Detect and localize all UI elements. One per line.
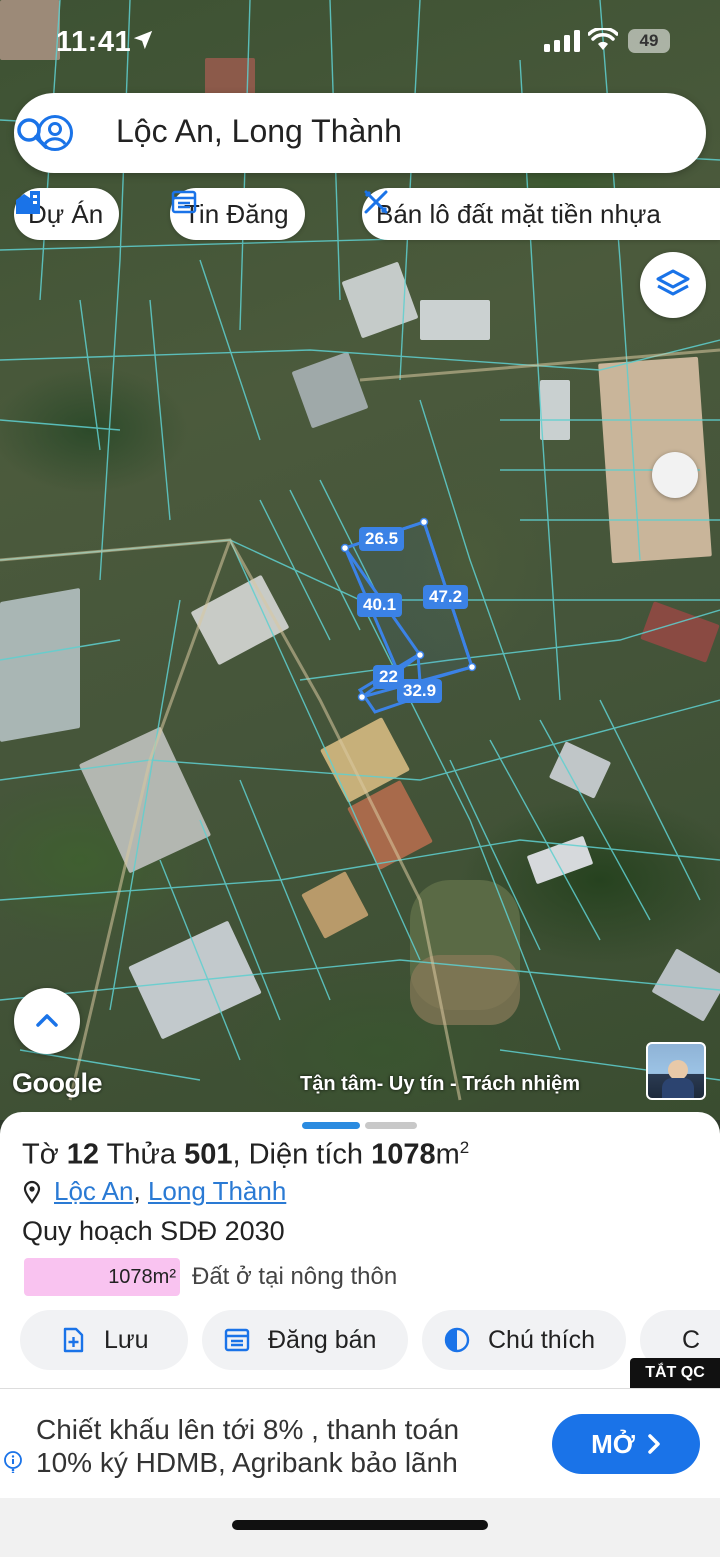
layers-button[interactable] — [640, 252, 706, 318]
ad-text: Chiết khấu lên tới 8% , thanh toán 10% k… — [36, 1414, 460, 1478]
hide-ads-button[interactable]: TẮT QC — [630, 1358, 720, 1388]
satellite-map[interactable]: 26.5 40.1 47.2 22 32.9 11:41 49 Lộc An, … — [0, 0, 720, 1120]
measurement-label-bottom: 32.9 — [397, 679, 443, 703]
legend-label: Chú thích — [488, 1325, 596, 1354]
chip-label: Bán lô đất mặt tiền nhựa — [376, 198, 661, 229]
map-watermark: Tận tâm- Uy tín - Trách nhiệm — [300, 1073, 581, 1095]
district-link[interactable]: Long Thành — [148, 1176, 286, 1207]
chip-saved-search[interactable]: Bán lô đất mặt tiền nhựa — [362, 188, 720, 240]
landuse-label: Đất ở tại nông thôn — [192, 1263, 398, 1290]
chip-projects[interactable]: Dự Án — [14, 188, 120, 240]
chip-listings[interactable]: Tin Đăng — [170, 188, 305, 240]
search-bar[interactable]: Lộc An, Long Thành — [14, 93, 706, 173]
ward-link[interactable]: Lộc An — [54, 1176, 134, 1207]
measurement-label-top: 26.5 — [359, 527, 405, 551]
legend-icon — [444, 1327, 470, 1353]
landuse-swatch: 1078m² — [24, 1258, 180, 1296]
signal-icon — [544, 30, 580, 52]
home-indicator[interactable] — [232, 1520, 488, 1530]
ad-banner[interactable]: Chiết khấu lên tới 8% , thanh toán 10% k… — [0, 1388, 720, 1498]
post-sale-label: Đăng bán — [268, 1325, 377, 1354]
expand-sheet-button[interactable] — [14, 988, 80, 1054]
chevron-right-icon — [648, 1434, 660, 1454]
ad-info-icon[interactable] — [2, 1451, 24, 1473]
ad-open-button[interactable]: MỞ — [552, 1414, 700, 1474]
status-bar: 11:41 49 — [0, 0, 720, 82]
chevron-up-icon — [36, 1014, 58, 1027]
search-icon[interactable] — [14, 115, 50, 151]
search-query[interactable]: Lộc An, Long Thành — [116, 113, 402, 150]
parcel-title: Tờ 12 Thửa 501, Diện tích 1078m2 — [22, 1138, 470, 1171]
clock: 11:41 — [56, 26, 132, 58]
measurement-label-left: 40.1 — [357, 593, 403, 617]
location-pin-icon — [23, 1180, 41, 1204]
planning-label: Quy hoạch SDĐ 2030 — [22, 1216, 285, 1246]
map-slider-handle[interactable] — [652, 452, 698, 498]
landuse-row: 1078m² Đất ở tại nông thôn — [24, 1258, 397, 1296]
google-attribution: Google — [12, 1068, 103, 1098]
layers-icon — [656, 269, 690, 296]
save-label: Lưu — [104, 1325, 149, 1354]
chip-label: Tin Đăng — [184, 198, 289, 229]
post-icon — [224, 1328, 250, 1352]
location-arrow-icon — [133, 30, 153, 50]
measurement-label-right: 47.2 — [423, 585, 469, 609]
camera-label: C — [682, 1325, 701, 1354]
building-icon — [16, 191, 40, 214]
post-sale-button[interactable]: Đăng bán — [202, 1310, 408, 1370]
save-button[interactable]: Lưu — [20, 1310, 188, 1370]
ruler-pencil-icon — [364, 190, 388, 214]
listing-icon — [171, 190, 197, 214]
legend-button[interactable]: Chú thích — [422, 1310, 626, 1370]
wifi-icon — [588, 28, 618, 50]
battery-indicator: 49 — [628, 29, 670, 53]
home-indicator-area — [0, 1498, 720, 1557]
save-icon — [63, 1327, 84, 1353]
parcel-info-sheet: Tờ 12 Thửa 501, Diện tích 1078m2 Lộc An,… — [0, 1112, 720, 1557]
photo-thumbnail[interactable] — [646, 1042, 706, 1100]
parcel-address: Lộc An, Long Thành — [22, 1176, 286, 1207]
